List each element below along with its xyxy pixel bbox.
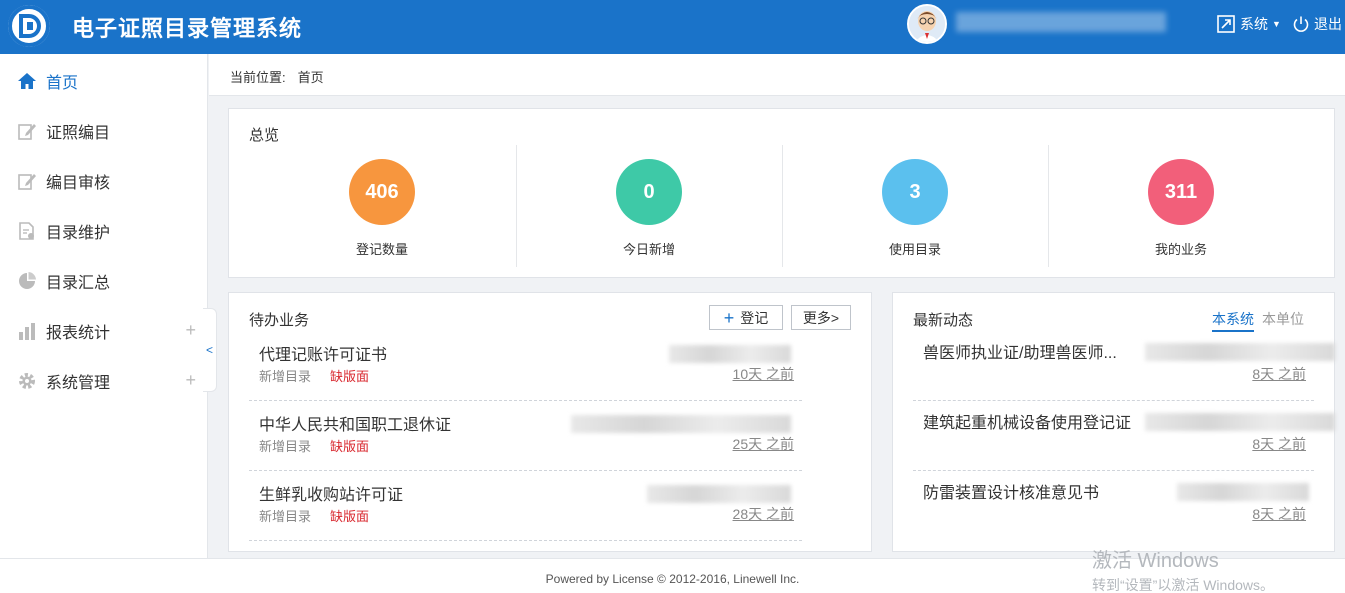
pie-icon <box>16 270 38 292</box>
stat-label: 我的业务 <box>1154 242 1207 257</box>
footer-copyright: Powered by License © 2012-2016, Linewell… <box>545 572 800 586</box>
todo-item-time: 10天 之前 <box>732 366 794 382</box>
logout-label: 退出 <box>1314 16 1342 32</box>
caret-down-icon: ▼ <box>1272 19 1281 29</box>
news-item-time: 8天 之前 <box>1252 366 1306 382</box>
username-redacted <box>956 12 1166 32</box>
sidebar-item-label: 目录维护 <box>46 225 111 242</box>
sidebar-item-label: 系统管理 <box>46 375 111 392</box>
list-item[interactable]: 生鲜乳收购站许可证 新增目录 缺版面 28天 之前 <box>249 471 802 541</box>
todo-item-type: 新增目录 <box>259 439 312 454</box>
power-icon <box>1292 15 1310 33</box>
gear-icon <box>16 370 38 392</box>
register-label: 登记 <box>740 309 769 326</box>
news-title: 最新动态 <box>913 312 974 329</box>
system-menu-label: 系统 <box>1240 16 1268 32</box>
stat-circle: 406 <box>349 159 415 225</box>
news-item-time: 8天 之前 <box>1252 436 1306 452</box>
news-item-name[interactable]: 兽医师执业证/助理兽医师... <box>923 339 1117 363</box>
stat-label: 使用目录 <box>888 242 941 257</box>
sidebar-item-catalog-edit[interactable]: 证照编目 <box>0 106 208 156</box>
list-item[interactable]: 代理记账许可证书 新增目录 缺版面 10天 之前 <box>249 331 802 401</box>
sidebar: 首页 证照编目 编目审核 目录维护 目录汇总 报表统计 + 系统管理 + <box>0 54 208 558</box>
overview-title: 总览 <box>249 127 280 144</box>
redacted-info <box>647 485 791 503</box>
todo-title: 待办业务 <box>249 312 310 329</box>
edit-icon <box>16 120 38 142</box>
news-item-time: 8天 之前 <box>1252 506 1306 522</box>
expand-plus-icon[interactable]: + <box>185 320 196 341</box>
list-item[interactable]: 防雷装置设计核准意见书 8天 之前 <box>913 471 1314 541</box>
news-item-name[interactable]: 建筑起重机械设备使用登记证 <box>923 409 1131 433</box>
top-header: 电子证照目录管理系统 系统 ▼ 退出 <box>0 0 1345 54</box>
stat-today-new[interactable]: 0 今日新增 <box>516 145 782 269</box>
redacted-info <box>669 345 791 363</box>
todo-panel: 待办业务 + 登记 更多> 代理记账许可证书 新增目录 缺版面 10天 之前 中… <box>228 292 872 552</box>
sidebar-item-catalog-maintain[interactable]: 目录维护 <box>0 206 208 256</box>
news-panel: 最新动态 本系统 本单位 兽医师执业证/助理兽医师... 8天 之前 建筑起重机… <box>892 292 1335 552</box>
todo-item-time: 28天 之前 <box>732 506 794 522</box>
edit-icon <box>16 170 38 192</box>
windows-activation-watermark: 激活 Windows 转到“设置”以激活 Windows。 <box>1092 544 1274 593</box>
todo-item-status: 缺版面 <box>330 369 370 384</box>
sidebar-item-label: 报表统计 <box>46 325 111 342</box>
list-item[interactable]: 中华人民共和国职工退休证 新增目录 缺版面 25天 之前 <box>249 401 802 471</box>
plus-icon: + <box>723 307 735 328</box>
document-icon <box>16 220 38 242</box>
redacted-info <box>1177 483 1309 501</box>
more-button[interactable]: 更多> <box>791 305 851 330</box>
app-title: 电子证照目录管理系统 <box>72 16 303 41</box>
stat-circle: 0 <box>616 159 682 225</box>
bar-chart-icon <box>16 320 38 342</box>
sidebar-item-label: 首页 <box>46 75 79 92</box>
external-link-icon <box>1216 14 1236 34</box>
news-item-name[interactable]: 防雷装置设计核准意见书 <box>923 479 1099 503</box>
todo-item-time: 25天 之前 <box>732 436 794 452</box>
breadcrumb-label: 当前位置: <box>230 70 286 85</box>
redacted-info <box>571 415 791 433</box>
stat-registered[interactable]: 406 登记数量 <box>249 145 515 269</box>
stat-label: 登记数量 <box>355 242 408 257</box>
stat-my-business[interactable]: 311 我的业务 <box>1048 145 1314 269</box>
todo-item-status: 缺版面 <box>330 439 370 454</box>
todo-item-name[interactable]: 生鲜乳收购站许可证 <box>259 481 403 505</box>
list-item[interactable]: 建筑起重机械设备使用登记证 8天 之前 <box>913 401 1335 471</box>
sidebar-item-label: 证照编目 <box>46 125 111 142</box>
register-button[interactable]: + 登记 <box>709 305 783 330</box>
user-avatar[interactable] <box>907 4 947 44</box>
todo-item-status: 缺版面 <box>330 509 370 524</box>
todo-item-name[interactable]: 中华人民共和国职工退休证 <box>259 411 451 435</box>
logout-button[interactable]: 退出 <box>1292 14 1342 34</box>
stat-circle: 3 <box>882 159 948 225</box>
home-icon <box>16 70 38 92</box>
sidebar-item-home[interactable]: 首页 <box>0 56 208 106</box>
tab-this-system[interactable]: 本系统 <box>1212 309 1254 332</box>
stat-circle: 311 <box>1148 159 1214 225</box>
list-item[interactable]: 兽医师执业证/助理兽医师... 8天 之前 <box>913 331 1335 401</box>
sidebar-item-system-admin[interactable]: 系统管理 + <box>0 356 208 406</box>
sidebar-item-label: 目录汇总 <box>46 275 111 292</box>
sidebar-item-reports[interactable]: 报表统计 + <box>0 306 208 356</box>
system-menu-button[interactable]: 系统 ▼ <box>1216 14 1281 34</box>
todo-item-type: 新增目录 <box>259 509 312 524</box>
watermark-line1: 激活 Windows <box>1092 550 1219 572</box>
app-logo[interactable] <box>8 5 50 47</box>
tab-this-unit[interactable]: 本单位 <box>1262 309 1304 329</box>
breadcrumb-current[interactable]: 首页 <box>298 70 324 85</box>
overview-panel: 总览 406 登记数量 0 今日新增 3 使用目录 311 我的业务 <box>228 108 1335 278</box>
watermark-line2: 转到“设置”以激活 Windows。 <box>1092 577 1275 593</box>
sidebar-item-label: 编目审核 <box>46 175 111 192</box>
sidebar-collapse-toggle[interactable]: < <box>203 308 217 392</box>
redacted-info <box>1145 343 1335 361</box>
stat-label: 今日新增 <box>622 242 675 257</box>
todo-item-name[interactable]: 代理记账许可证书 <box>259 341 387 365</box>
expand-plus-icon[interactable]: + <box>185 370 196 391</box>
todo-item-type: 新增目录 <box>259 369 312 384</box>
stat-catalogs-in-use[interactable]: 3 使用目录 <box>782 145 1048 269</box>
sidebar-item-catalog-review[interactable]: 编目审核 <box>0 156 208 206</box>
redacted-info <box>1145 413 1335 431</box>
breadcrumb: 当前位置: 首页 <box>209 54 1345 96</box>
sidebar-item-catalog-summary[interactable]: 目录汇总 <box>0 256 208 306</box>
